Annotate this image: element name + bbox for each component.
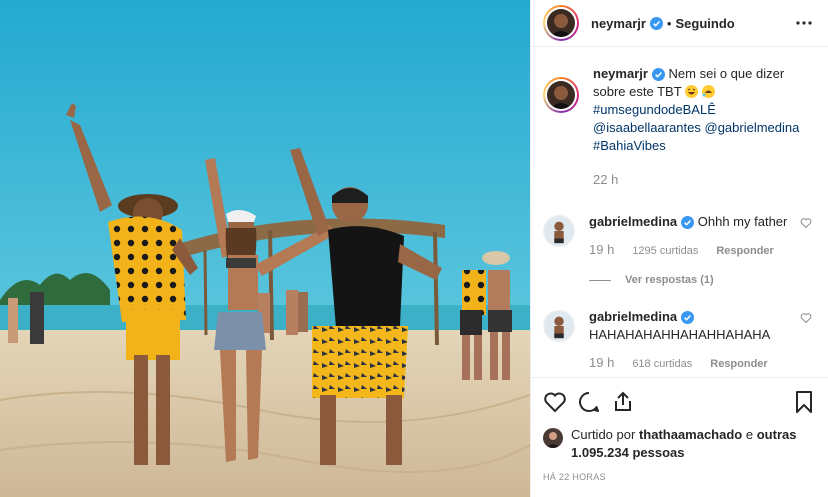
comment-text: HAHAHAHAHHAHAHHAHAHA xyxy=(589,327,771,342)
post-caption: neymarjr Nem sei o que dizer sobre este … xyxy=(543,63,816,189)
post-header: neymarjr • Seguindo xyxy=(531,0,828,47)
comment-username[interactable]: gabrielmedina xyxy=(589,214,677,229)
more-options-icon xyxy=(796,21,812,25)
share-button[interactable] xyxy=(611,390,635,414)
comment-meta: 19 h 618 curtidas Responder xyxy=(589,354,799,373)
caption-hashtag-bahiavibes[interactable]: #BahiaVibes xyxy=(593,138,666,153)
view-replies-label: Ver respostas (1) xyxy=(625,274,714,286)
liker-avatar[interactable] xyxy=(543,428,563,448)
commenter-avatar[interactable] xyxy=(543,310,575,342)
verified-badge-icon xyxy=(651,68,665,82)
caption-mention-gabrielmedina[interactable]: @gabrielmedina xyxy=(705,120,800,135)
caption-avatar xyxy=(547,81,575,109)
view-replies-button[interactable]: Ver respostas (1) xyxy=(589,274,816,286)
action-icon-row xyxy=(543,384,816,420)
caption-hashtag-umsegundodebale[interactable]: #umsegundodeBALÊ xyxy=(593,102,716,117)
beach-photo-illustration xyxy=(0,0,530,497)
comment-body: gabrielmedina Ohhh my father 19 h 1295 c… xyxy=(589,213,799,260)
rofl-emoji-icon xyxy=(701,85,715,98)
likes-text: Curtido por thathaamachado e outras 1.09… xyxy=(571,426,801,462)
comments-list[interactable]: neymarjr Nem sei o que dizer sobre este … xyxy=(531,47,828,377)
verified-badge-icon xyxy=(649,16,663,30)
bookmark-icon xyxy=(796,391,812,413)
caption-username[interactable]: neymarjr xyxy=(593,66,648,81)
liker-username[interactable]: thathaamachado xyxy=(639,427,742,442)
likes-prefix: Curtido por xyxy=(571,427,636,442)
comment-icon xyxy=(579,392,599,412)
comment-like-count[interactable]: 1295 curtidas xyxy=(632,242,698,260)
caption-mention-isaabellaarantes[interactable]: @isaabellaarantes xyxy=(593,120,701,135)
reply-button[interactable]: Responder xyxy=(716,242,773,260)
comment-time[interactable]: 19 h xyxy=(589,354,614,372)
comment-time[interactable]: 19 h xyxy=(589,241,614,259)
commenter-avatar[interactable] xyxy=(543,215,575,247)
post-sidebar: neymarjr • Seguindo neymarjr Nem sei o q… xyxy=(530,0,828,497)
post-actions: Curtido por thathaamachado e outras 1.09… xyxy=(531,377,828,497)
caption-body: neymarjr Nem sei o que dizer sobre este … xyxy=(593,65,803,189)
comment-item: gabrielmedina Ohhh my father 19 h 1295 c… xyxy=(543,213,816,260)
comment-like-count[interactable]: 618 curtidas xyxy=(632,355,692,373)
caption-avatar-inner xyxy=(545,79,577,111)
like-button[interactable] xyxy=(543,390,567,414)
likes-summary: Curtido por thathaamachado e outras 1.09… xyxy=(543,426,816,462)
save-button[interactable] xyxy=(792,390,816,414)
comment-like-heart-icon[interactable] xyxy=(800,217,812,229)
comment-meta: 19 h 1295 curtidas Responder xyxy=(589,241,799,260)
laughing-emoji-icon xyxy=(685,85,699,98)
verified-badge-icon xyxy=(681,311,695,325)
post-timestamp[interactable]: HÁ 22 HORAS xyxy=(543,472,816,482)
header-separator: • xyxy=(666,15,672,31)
author-username[interactable]: neymarjr xyxy=(591,16,646,31)
comment-button[interactable] xyxy=(577,390,601,414)
author-avatar xyxy=(547,9,575,37)
heart-icon xyxy=(544,392,566,413)
comment-body: gabrielmedina HAHAHAHAHHAHAHHAHAHA 19 h … xyxy=(589,308,799,373)
share-icon xyxy=(615,391,631,411)
author-avatar-inner xyxy=(545,7,577,39)
view-replies-line xyxy=(589,279,611,281)
comment-text: Ohhh my father xyxy=(697,214,788,229)
likes-connector: e xyxy=(745,427,754,442)
comment-username[interactable]: gabrielmedina xyxy=(589,309,677,324)
author-avatar-ring[interactable] xyxy=(543,5,579,41)
post-photo[interactable] xyxy=(0,0,530,497)
verified-badge-icon xyxy=(681,216,695,230)
following-button[interactable]: Seguindo xyxy=(675,16,734,31)
more-options-button[interactable] xyxy=(792,11,816,35)
comment-item: gabrielmedina HAHAHAHAHHAHAHHAHAHA 19 h … xyxy=(543,308,816,373)
caption-avatar-ring[interactable] xyxy=(543,77,579,113)
reply-button[interactable]: Responder xyxy=(710,355,767,373)
instagram-post: neymarjr • Seguindo neymarjr Nem sei o q… xyxy=(0,0,828,497)
comment-like-heart-icon[interactable] xyxy=(800,312,812,324)
caption-time[interactable]: 22 h xyxy=(593,171,803,189)
